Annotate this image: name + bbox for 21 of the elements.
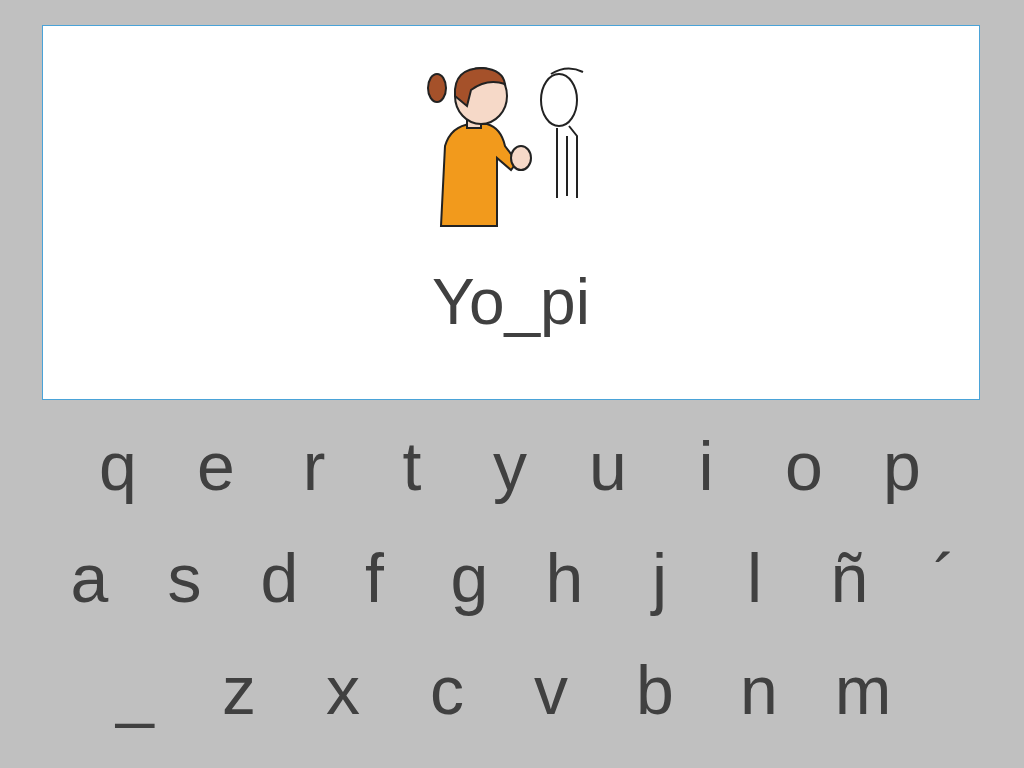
letter-key[interactable]: a: [42, 544, 137, 612]
letter-key[interactable]: s: [137, 544, 232, 612]
letter-key[interactable]: r: [265, 432, 363, 500]
letter-key[interactable]: b: [603, 656, 707, 724]
letter-key[interactable]: f: [327, 544, 422, 612]
letter-key[interactable]: c: [395, 656, 499, 724]
letter-key[interactable]: i: [657, 432, 755, 500]
letter-key[interactable]: ñ: [802, 544, 897, 612]
letter-key[interactable]: t: [363, 432, 461, 500]
letter-key[interactable]: e: [167, 432, 265, 500]
letter-key[interactable]: m: [811, 656, 915, 724]
letter-key[interactable]: u: [559, 432, 657, 500]
letter-key[interactable]: ´: [897, 544, 992, 612]
letter-key[interactable]: z: [187, 656, 291, 724]
letter-key[interactable]: o: [755, 432, 853, 500]
letter-key[interactable]: l: [707, 544, 802, 612]
letter-key[interactable]: v: [499, 656, 603, 724]
letter-key[interactable]: x: [291, 656, 395, 724]
letter-key[interactable]: d: [232, 544, 327, 612]
letter-key[interactable]: n: [707, 656, 811, 724]
letter-key[interactable]: h: [517, 544, 612, 612]
